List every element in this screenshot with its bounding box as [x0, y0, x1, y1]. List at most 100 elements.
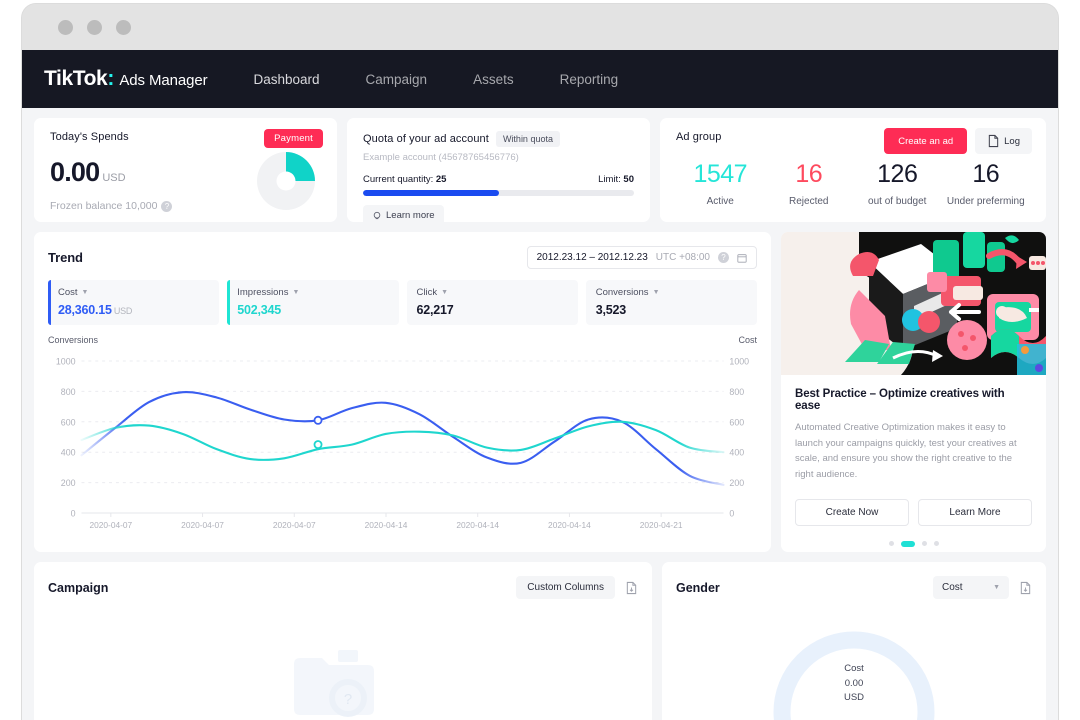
download-icon[interactable]: [1019, 581, 1032, 595]
carousel-dot-3[interactable]: [921, 541, 927, 547]
logo-colon: :: [107, 67, 115, 90]
nav-links: Dashboard Campaign Assets Reporting: [245, 66, 626, 93]
quota-current-value: 25: [435, 174, 447, 185]
stat-rejected: 16 Rejected: [765, 160, 854, 207]
promo-body: Best Practice – Optimize creatives with …: [781, 375, 1046, 547]
trend-title: Trend: [48, 250, 83, 265]
gender-metric-select[interactable]: Cost ▼: [933, 576, 1009, 599]
trend-header: Trend 2012.23.12 – 2012.12.23 UTC +08:00…: [48, 246, 757, 269]
payment-button[interactable]: Payment: [264, 129, 323, 148]
trend-card: Trend 2012.23.12 – 2012.12.23 UTC +08:00…: [34, 232, 771, 552]
empty-folder-icon: ?: [294, 650, 374, 717]
document-icon: [988, 134, 999, 148]
chevron-down-icon[interactable]: ▼: [292, 289, 299, 296]
metric-tab-conversions[interactable]: Conversions ▼ 3,523: [585, 280, 757, 325]
svg-text:2020-04-07: 2020-04-07: [181, 520, 224, 530]
app-viewport: TikTok: Ads Manager Dashboard Campaign As…: [22, 50, 1058, 720]
spend-donut-chart: [253, 148, 319, 214]
nav-item-campaign[interactable]: Campaign: [358, 66, 436, 93]
todays-spends-card: Today's Spends Payment 0.00 USD Frozen ba…: [34, 118, 337, 222]
svg-text:600: 600: [729, 417, 744, 427]
summary-cards-row: Today's Spends Payment 0.00 USD Frozen ba…: [34, 118, 1046, 226]
stat-rejected-label: Rejected: [789, 195, 829, 207]
stat-under-preferming-label: Under preferming: [946, 195, 1025, 207]
date-range-picker[interactable]: 2012.23.12 – 2012.12.23 UTC +08:00 ?: [526, 246, 757, 269]
svg-text:400: 400: [61, 448, 76, 458]
promo-title: Best Practice – Optimize creatives with …: [795, 388, 1005, 412]
trend-line-chart-svg[interactable]: 0 0 200 200 400 400 600 600 800 800 1000 1000 2020-0…: [48, 349, 757, 539]
nav-item-reporting[interactable]: Reporting: [552, 66, 627, 93]
metric-click-name-row: Click ▼: [417, 287, 568, 298]
logo-tiktok-text: TikTok: [44, 67, 108, 90]
svg-text:200: 200: [61, 478, 76, 488]
nav-item-dashboard[interactable]: Dashboard: [245, 66, 327, 93]
metric-tab-click[interactable]: Click ▼ 62,217: [406, 280, 578, 325]
svg-text:1000: 1000: [729, 356, 749, 366]
svg-text:600: 600: [61, 417, 76, 427]
ad-group-actions: Create an ad Log: [884, 128, 1032, 154]
svg-text:?: ?: [344, 691, 352, 708]
lightbulb-icon: [373, 211, 381, 219]
metric-cost-name: Cost: [58, 287, 78, 298]
quota-current: Current quantity: 25: [363, 174, 447, 185]
carousel-dot-1[interactable]: [888, 541, 894, 547]
dashboard-content: Today's Spends Payment 0.00 USD Frozen ba…: [22, 108, 1058, 720]
quota-progress-track: [363, 190, 634, 196]
carousel-dot-4[interactable]: [933, 541, 939, 547]
quota-status-badge: Within quota: [495, 131, 560, 147]
trend-metric-tabs: Cost ▼ 28,360.15 USD Impressions ▼ 502,34…: [48, 280, 757, 325]
carousel-dot-2[interactable]: [900, 540, 915, 547]
svg-text:400: 400: [729, 448, 744, 458]
date-help-icon[interactable]: ?: [718, 252, 729, 263]
stat-out-of-budget-value: 126: [877, 160, 918, 188]
quota-learn-more-button[interactable]: Learn more: [363, 205, 444, 226]
custom-columns-button[interactable]: Custom Columns: [516, 576, 615, 599]
best-practice-promo-card: Best Practice – Optimize creatives with …: [781, 232, 1046, 552]
tiktok-ads-manager-logo[interactable]: TikTok: Ads Manager: [44, 67, 208, 91]
quota-header: Quota of your ad account Within quota: [363, 131, 634, 147]
maximize-window-dot[interactable]: [116, 20, 131, 35]
spend-currency: USD: [102, 172, 126, 184]
metric-tab-cost[interactable]: Cost ▼ 28,360.15 USD: [48, 280, 220, 325]
close-window-dot[interactable]: [58, 20, 73, 35]
gender-center-value: 0.00: [844, 677, 864, 689]
quota-progress-fill: [363, 190, 499, 196]
metric-impressions-value: 502,345: [237, 303, 282, 317]
gender-center-label: Cost: [844, 663, 864, 674]
quota-title: Quota of your ad account: [363, 133, 489, 145]
gender-center-unit: USD: [843, 692, 865, 704]
promo-carousel-dots: [795, 540, 1032, 547]
learn-more-button[interactable]: Learn More: [918, 498, 1032, 526]
svg-text:2020-04-14: 2020-04-14: [365, 520, 408, 530]
chevron-down-icon[interactable]: ▼: [441, 289, 448, 296]
campaign-tools: Custom Columns: [516, 576, 638, 599]
log-button[interactable]: Log: [975, 128, 1032, 154]
stat-under-preferming: 16 Under preferming: [942, 160, 1031, 207]
create-now-button[interactable]: Create Now: [795, 498, 909, 526]
minimize-window-dot[interactable]: [87, 20, 102, 35]
download-icon[interactable]: [625, 581, 638, 595]
chevron-down-icon[interactable]: ▼: [993, 584, 1000, 591]
nav-item-assets[interactable]: Assets: [465, 66, 522, 93]
gender-title: Gender: [676, 580, 720, 595]
stat-out-of-budget: 126 out of budget: [853, 160, 942, 206]
campaign-title: Campaign: [48, 580, 109, 595]
top-navigation-bar: TikTok: Ads Manager Dashboard Campaign As…: [22, 50, 1058, 108]
quota-card: Quota of your ad account Within quota Ex…: [347, 118, 650, 226]
help-icon[interactable]: ?: [161, 200, 173, 212]
stat-active-value: 1547: [693, 160, 748, 188]
gender-donut-center: Cost 0.00 USD: [844, 662, 864, 706]
metric-conversions-name-row: Conversions ▼: [596, 287, 747, 298]
chevron-down-icon[interactable]: ▼: [82, 289, 89, 296]
stat-rejected-value: 16: [795, 160, 823, 188]
metric-cost-name-row: Cost ▼: [58, 287, 209, 298]
chart-right-axis-label: Cost: [738, 335, 757, 345]
metric-tab-impressions[interactable]: Impressions ▼ 502,345: [227, 280, 399, 325]
trend-chart: Conversions Cost 0 0 200 200 400 400 600 600 800…: [48, 335, 757, 539]
chevron-down-icon[interactable]: ▼: [653, 289, 660, 296]
metric-click-name: Click: [416, 287, 438, 298]
svg-text:2020-04-21: 2020-04-21: [640, 520, 683, 530]
trend-row: Trend 2012.23.12 – 2012.12.23 UTC +08:00…: [34, 232, 1046, 552]
stat-under-preferming-value: 16: [972, 160, 1000, 188]
create-an-ad-button[interactable]: Create an ad: [884, 128, 968, 154]
